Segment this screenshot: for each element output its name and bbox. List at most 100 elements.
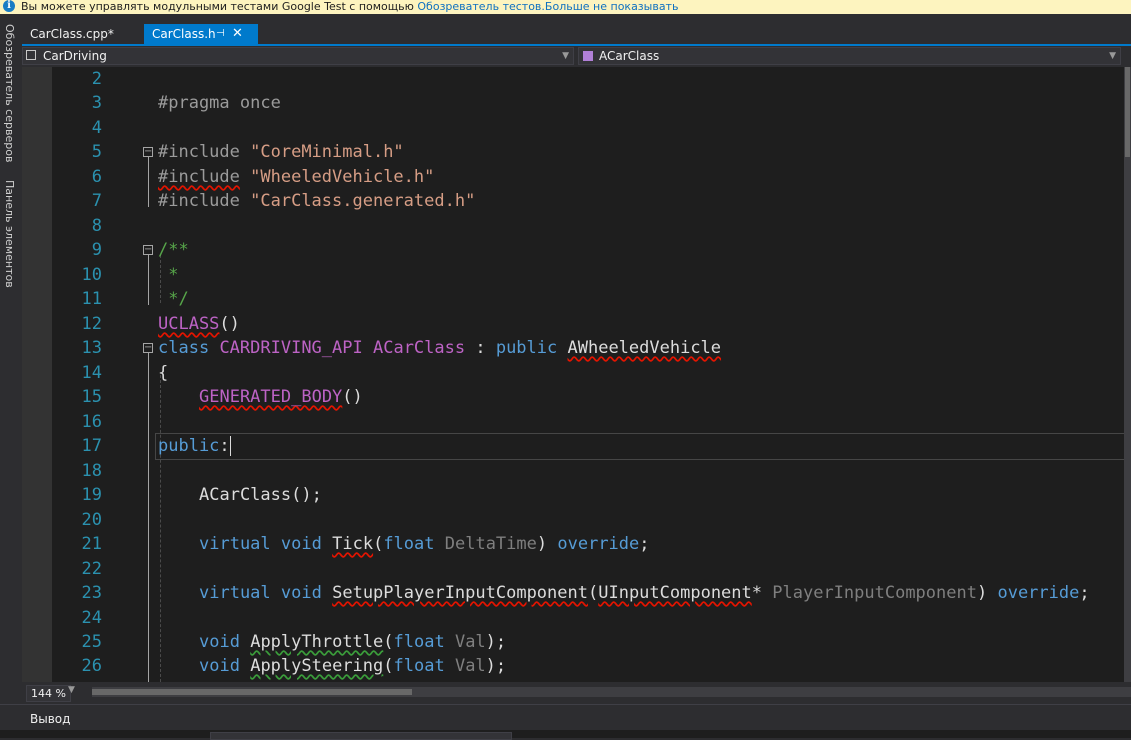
code-line: 5 #include "CoreMinimal.h"	[22, 140, 1131, 164]
vertical-scrollbar[interactable]	[1124, 67, 1131, 682]
class-icon	[583, 51, 593, 61]
include-path: "CarClass.generated.h"	[250, 191, 476, 211]
keyword: virtual	[199, 534, 271, 554]
scope-dropdown[interactable]: ACarClass ▼	[578, 47, 1121, 65]
comment: *	[158, 265, 179, 285]
scrollbar-thumb[interactable]	[92, 689, 412, 695]
code-line: 14 {	[22, 361, 1131, 385]
include-keyword: #include	[158, 167, 240, 187]
tab-label: CarClass.cpp*	[30, 27, 114, 41]
line-number: 2	[91, 69, 102, 89]
line-number: 3	[91, 93, 102, 113]
info-text: Вы можете управлять модульными тестами G…	[21, 0, 418, 13]
scope-name: ACarClass	[599, 49, 660, 63]
scrollbar-thumb[interactable]	[1125, 67, 1130, 157]
navigation-bar: CarDriving ▼ ACarClass ▼	[22, 46, 1131, 67]
keyword: public	[158, 436, 220, 456]
keyword: void	[280, 583, 322, 603]
tab-carclass-cpp[interactable]: CarClass.cpp*	[22, 24, 122, 44]
line-number: 17	[81, 436, 102, 456]
include-keyword: #include	[158, 142, 240, 162]
info-icon: i	[3, 0, 15, 12]
line-number: 12	[81, 314, 102, 334]
line-number: 19	[81, 485, 102, 505]
line-number: 5	[91, 142, 102, 162]
uclass-line: UCLASS()	[158, 312, 240, 336]
horizontal-scrollbar[interactable]	[92, 687, 1131, 697]
method-declaration: void ApplySteering(float Val);	[199, 654, 506, 678]
keyword: virtual	[199, 583, 271, 603]
output-panel-header: Вывод	[0, 708, 1131, 730]
line-number: 22	[81, 559, 102, 579]
pin-icon[interactable]: ⊣	[216, 24, 225, 44]
code-line: 25 void ApplyThrottle(float Val);	[22, 630, 1131, 654]
method-declaration: virtual void Tick(float DeltaTime) overr…	[199, 532, 650, 556]
macro: UCLASS	[158, 314, 220, 334]
line-number: 24	[81, 608, 102, 628]
dont-show-again-link[interactable]: Больше не показывать	[545, 0, 679, 13]
punct: ;	[1079, 583, 1090, 603]
server-explorer-tab[interactable]: Обозреватель серверов	[3, 24, 16, 162]
code-line: 20	[22, 508, 1131, 532]
include-path: "WheeledVehicle.h"	[250, 167, 435, 187]
test-explorer-link[interactable]: Обозреватель тестов.	[417, 0, 545, 13]
generated-body-line: GENERATED_BODY()	[199, 385, 363, 409]
comment: /**	[158, 240, 189, 260]
tab-carclass-h[interactable]: CarClass.h ⊣ ✕	[144, 24, 258, 44]
code-line: 2	[22, 67, 1131, 91]
code-line: 18	[22, 459, 1131, 483]
code-line: 17 public:	[22, 434, 1131, 458]
line-number: 6	[91, 167, 102, 187]
output-panel	[0, 730, 1131, 738]
code-line: 15 GENERATED_BODY()	[22, 385, 1131, 409]
code-line: 7 #include "CarClass.generated.h"	[22, 189, 1131, 213]
code-line: 13 class CARDRIVING_API ACarClass : publ…	[22, 336, 1131, 360]
punct: :	[465, 338, 496, 358]
punct: )	[976, 583, 988, 603]
info-bar: i Вы можете управлять модульными тестами…	[0, 0, 1131, 14]
document-tab-bar: CarClass.cpp* CarClass.h ⊣ ✕	[22, 22, 1131, 44]
code-line: 24	[22, 606, 1131, 630]
zoom-dropdown[interactable]: 144 %	[26, 685, 71, 702]
method-declaration: void ApplyThrottle(float Val);	[199, 630, 506, 654]
code-line: 16	[22, 410, 1131, 434]
function-name: ApplyThrottle	[250, 632, 384, 652]
param-name: Val	[454, 656, 486, 676]
punct: );	[485, 656, 507, 676]
output-panel-title: Вывод	[30, 712, 71, 726]
punct: );	[485, 632, 507, 652]
line-number: 4	[91, 118, 102, 138]
close-icon[interactable]: ✕	[232, 24, 243, 44]
include-path: "CoreMinimal.h"	[250, 142, 404, 162]
line-number: 25	[81, 632, 102, 652]
access-specifier: public:	[158, 434, 231, 458]
side-toolwindow-strip: Обозреватель серверов Панель элементов	[0, 14, 22, 696]
code-line: 12 UCLASS()	[22, 312, 1131, 336]
method-declaration: virtual void SetupPlayerInputComponent(U…	[199, 581, 1090, 605]
function-name: ApplySteering	[250, 656, 384, 676]
param-type: float	[393, 632, 445, 652]
project-icon	[26, 50, 36, 60]
keyword: class	[158, 338, 210, 358]
project-dropdown[interactable]: CarDriving ▼	[22, 47, 574, 65]
param-name: Val	[454, 632, 486, 652]
line-number: 20	[81, 510, 102, 530]
punct: (	[373, 534, 384, 554]
code-editor[interactable]: − − − 2 3 #pragma once 4 5 #include "Cor…	[22, 67, 1131, 682]
chevron-down-icon: ▼	[562, 51, 569, 61]
code-line: 11 */	[22, 287, 1131, 311]
line-number: 16	[81, 412, 102, 432]
constructor-declaration: ACarClass();	[199, 485, 322, 505]
function-name: SetupPlayerInputComponent	[332, 583, 588, 603]
include-keyword: #include	[158, 191, 240, 211]
toolbox-tab[interactable]: Панель элементов	[3, 180, 16, 288]
base-class: AWheeledVehicle	[567, 338, 722, 358]
brace: {	[158, 363, 169, 383]
param-name: DeltaTime	[444, 534, 537, 554]
line-number: 13	[81, 338, 102, 358]
line-number: 15	[81, 387, 102, 407]
chevron-down-icon[interactable]: ▼	[68, 685, 75, 695]
line-number: 10	[81, 265, 102, 285]
line-number: 14	[81, 363, 102, 383]
code-line: 10 *	[22, 263, 1131, 287]
